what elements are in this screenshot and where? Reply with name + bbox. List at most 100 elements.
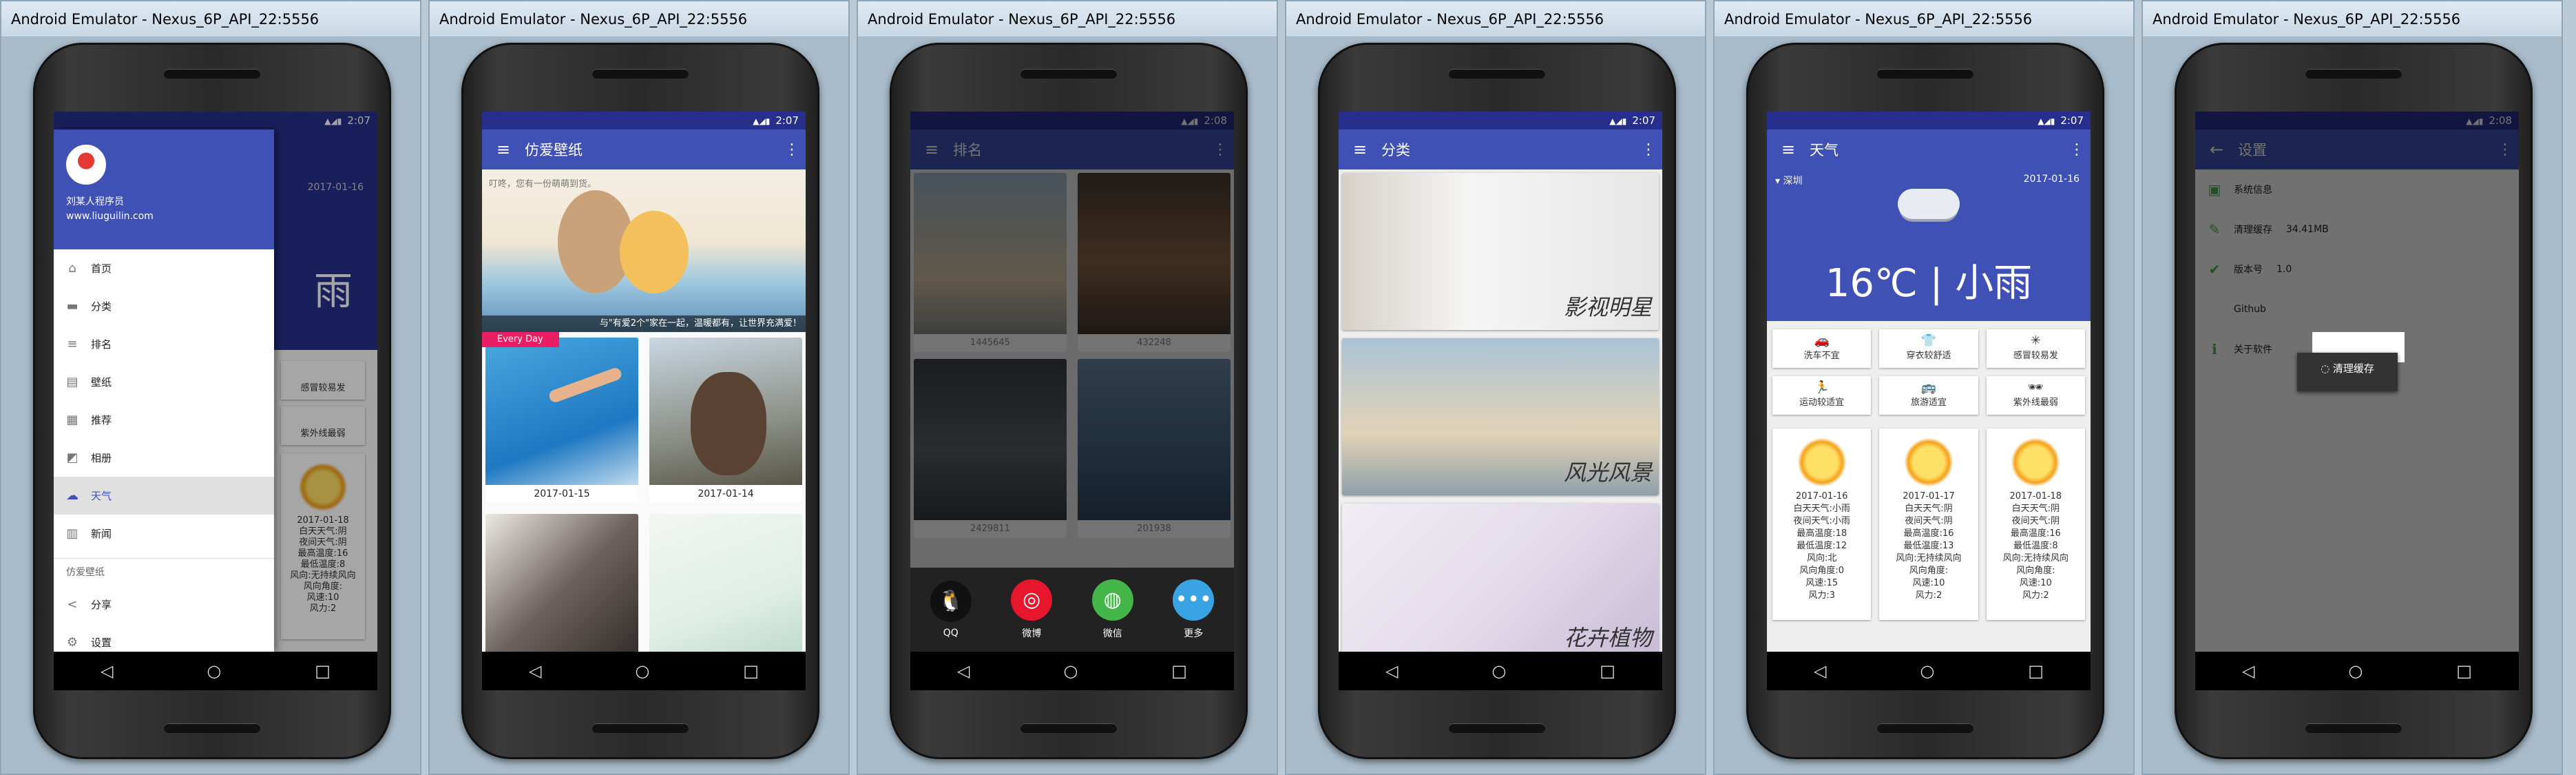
window-title[interactable]: Android Emulator - Nexus_6P_API_22:5556 — [1286, 1, 1705, 37]
back-icon[interactable]: ◁ — [957, 661, 970, 681]
cloud-rain-icon — [1898, 189, 1960, 219]
drawer-item[interactable]: ▬ 分类 — [54, 287, 274, 325]
tip-label: 运动较适宜 — [1799, 397, 1845, 408]
window-title[interactable]: Android Emulator - Nexus_6P_API_22:5556 — [430, 1, 848, 37]
drawer-item-label: 新闻 — [91, 528, 112, 540]
wallpaper-card[interactable] — [649, 514, 802, 652]
recent-apps-icon[interactable]: □ — [743, 661, 759, 681]
home-icon[interactable]: ○ — [1491, 661, 1506, 681]
forecast-line: 2017-01-17 — [1903, 491, 1955, 502]
overflow-menu-icon[interactable]: ⋮ — [2063, 141, 2091, 158]
phone-screen: ▲◢▮ 2:07 ◁ ○ □ ≡ 分类 ⋮ 影视明星 风光风景 花卉植物 — [1339, 112, 1662, 690]
recommend-icon: ▦ — [66, 413, 78, 427]
drawer-item[interactable]: ▦ 推荐 — [54, 401, 274, 439]
window-title[interactable]: Android Emulator - Nexus_6P_API_22:5556 — [2143, 1, 2562, 37]
card-date: 2017-01-15 — [485, 485, 638, 503]
wallpaper-card[interactable] — [485, 514, 638, 652]
wallpaper-card[interactable]: 2017-01-14 — [649, 338, 802, 503]
category-card[interactable]: 花卉植物 — [1342, 504, 1659, 652]
back-icon[interactable]: ◁ — [529, 661, 541, 681]
home-icon[interactable]: ○ — [635, 661, 649, 681]
home-icon[interactable]: ○ — [207, 661, 221, 681]
wallpaper-card[interactable]: 2017-01-15 — [485, 338, 638, 503]
phone-frame: ▲◢▮ 2:07 ◁ ○ □ ≡ 仿爱壁纸 ⋮ 叮咚，您有一份萌萌到货。 与"有爱2个"家在一起，… — [461, 43, 819, 759]
share-option[interactable]: 🐧 QQ — [930, 581, 972, 639]
forecast-line: 风向角度:0 — [1799, 566, 1844, 576]
page-title: 分类 — [1381, 142, 1410, 158]
weibo-icon: ◎ — [1011, 579, 1053, 621]
drawer-item[interactable]: ⌂ 首页 — [54, 249, 274, 287]
tip-card: 🚌 旅游适宜 — [1879, 376, 1978, 415]
back-icon[interactable]: ◁ — [2242, 661, 2254, 681]
home-icon[interactable]: ○ — [1920, 661, 1934, 681]
menu-icon[interactable]: ≡ — [1767, 140, 1810, 159]
forecast-line: 风向:无持续风向 — [1896, 553, 1962, 564]
user-name: 刘某人程序员 — [66, 196, 124, 207]
recent-apps-icon[interactable]: □ — [2456, 661, 2472, 681]
window-title[interactable]: Android Emulator - Nexus_6P_API_22:5556 — [858, 1, 1277, 37]
window-title[interactable]: Android Emulator - Nexus_6P_API_22:5556 — [1, 1, 420, 37]
share-option[interactable]: ◎ 微博 — [1011, 579, 1053, 640]
drawer-item-settings[interactable]: ⚙ 设置 — [54, 623, 274, 661]
forecast-line: 风向角度: — [2016, 566, 2055, 576]
drawer-item[interactable]: ▤ 壁纸 — [54, 363, 274, 401]
share-label: QQ — [943, 628, 959, 639]
banner-caption: 与"有爱2个"家在一起，温暖都有，让世界充满爱！ — [482, 316, 806, 332]
recent-apps-icon[interactable]: □ — [315, 661, 331, 681]
drawer-item[interactable]: ▥ 新闻 — [54, 515, 274, 552]
forecast-line: 最高温度:16 — [2010, 528, 2061, 539]
settings-icon: ⚙ — [66, 635, 78, 650]
drawer-item-label: 排名 — [91, 338, 112, 351]
back-icon[interactable]: ◁ — [1385, 661, 1398, 681]
share-label: 微信 — [1102, 628, 1122, 639]
avatar[interactable] — [66, 145, 106, 185]
app-bar: ≡ 仿爱壁纸 ⋮ — [482, 130, 806, 169]
back-icon[interactable]: ◁ — [101, 661, 113, 681]
drawer-item[interactable]: ◩ 相册 — [54, 439, 274, 477]
forecast-line: 夜间天气:阴 — [1905, 516, 1953, 526]
window-title[interactable]: Android Emulator - Nexus_6P_API_22:5556 — [1715, 1, 2133, 37]
menu-icon[interactable]: ≡ — [482, 140, 525, 159]
nav-bar: ◁ ○ □ — [1767, 652, 2091, 690]
emulator-window-6: Android Emulator - Nexus_6P_API_22:5556▲… — [2142, 0, 2563, 775]
home-icon[interactable]: ○ — [1063, 661, 1078, 681]
recent-apps-icon[interactable]: □ — [2028, 661, 2044, 681]
dog-figure — [691, 372, 766, 475]
phone-frame: ▲◢▮ 2:07 ◁ ○ □ 2017-01-16 雨感冒较易发 紫外线最弱 2017-01-1… — [33, 43, 391, 759]
back-icon[interactable]: ◁ — [1814, 661, 1826, 681]
drawer-item-share[interactable]: < 分享 — [54, 586, 274, 623]
drawer-item[interactable]: ≡ 排名 — [54, 325, 274, 363]
forecast-card: 2017-01-16 白天天气:小雨 夜间天气:小雨 最高温度:18 最低温度:12 风向… — [1772, 428, 1872, 620]
overflow-menu-icon[interactable]: ⋮ — [778, 141, 806, 158]
recent-apps-icon[interactable]: □ — [1600, 661, 1615, 681]
menu-icon[interactable]: ≡ — [1339, 140, 1381, 159]
rank-icon: ≡ — [67, 337, 78, 351]
overflow-menu-icon[interactable]: ⋮ — [1635, 141, 1662, 158]
travel-icon: 🚌 — [1920, 380, 1937, 395]
forecast-line: 最高温度:16 — [1903, 528, 1954, 539]
category-card[interactable]: 影视明星 — [1342, 173, 1659, 330]
tip-label: 感冒较易发 — [2013, 351, 2058, 361]
drawer-item-label: 壁纸 — [91, 376, 112, 389]
forecast-line: 白天天气:阴 — [2011, 504, 2060, 514]
category-card[interactable]: 风光风景 — [1342, 338, 1659, 495]
drawer-item-label: 设置 — [91, 637, 112, 649]
signal-battery-icon: ▲◢▮ — [753, 116, 771, 126]
dialog-text: 清理缓存 — [2332, 362, 2374, 375]
forecast-line: 风向:无持续风向 — [2002, 553, 2069, 564]
share-option[interactable]: ◍ 微信 — [1091, 579, 1133, 640]
drawer-item[interactable]: ☁ 天气 — [54, 477, 274, 515]
tips-grid: 🚗 洗车不宜 👕 穿衣较舒适 ✳ 感冒较易发 🏃 运动较适宜 🚌 旅游适宜 🕶 紫外线最弱 — [1772, 329, 2085, 415]
home-icon[interactable]: ○ — [2348, 661, 2363, 681]
share-option[interactable]: ••• 更多 — [1173, 579, 1215, 640]
category-name: 风光风景 — [1563, 459, 1652, 486]
recent-apps-icon[interactable]: □ — [1171, 661, 1187, 681]
city-selector[interactable]: ▾ 深圳 — [1775, 174, 1802, 187]
banner-image[interactable]: 叮咚，您有一份萌萌到货。 与"有爱2个"家在一起，温暖都有，让世界充满爱！ — [482, 169, 806, 332]
tip-card: 🚗 洗车不宜 — [1772, 329, 1872, 368]
signal-battery-icon: ▲◢▮ — [2038, 116, 2055, 126]
drawer-item-label: 分类 — [91, 300, 112, 313]
tip-card: 🕶 紫外线最弱 — [1986, 376, 2085, 415]
signal-battery-icon: ▲◢▮ — [1609, 116, 1627, 126]
drawer-item-label: 分享 — [91, 599, 112, 611]
